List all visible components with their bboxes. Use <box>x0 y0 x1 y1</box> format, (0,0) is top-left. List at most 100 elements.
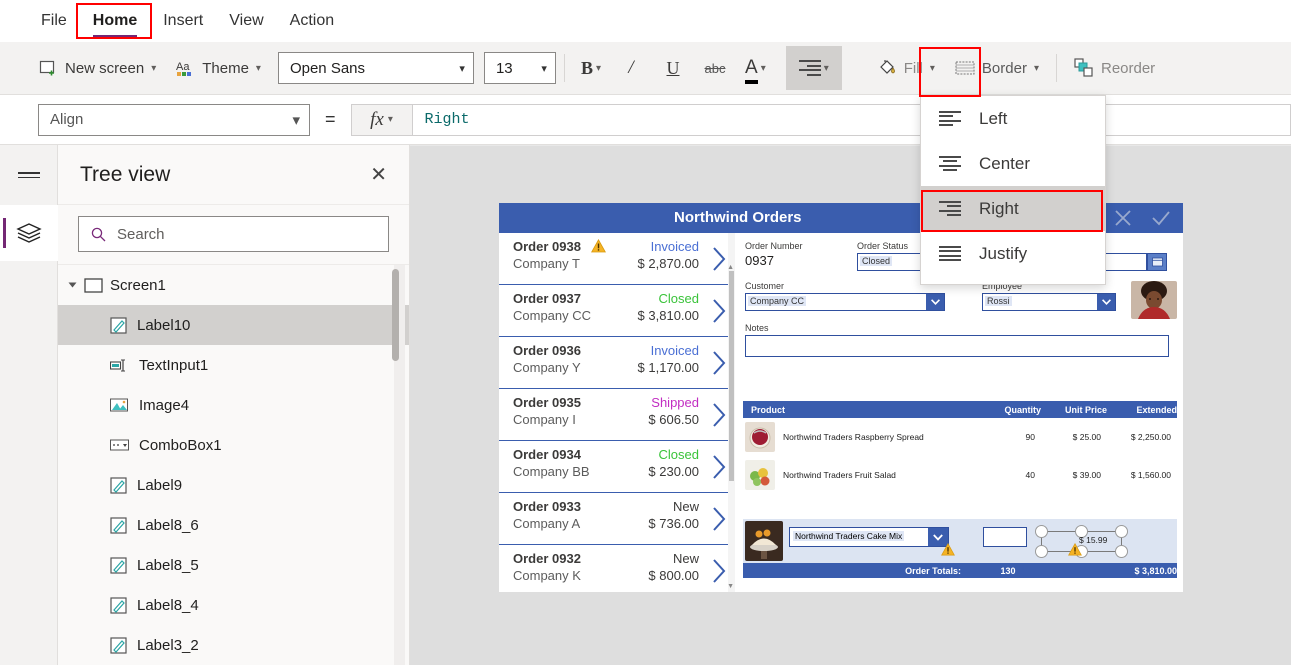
new-screen-button[interactable]: New screen ▾ <box>30 48 165 88</box>
chevron-right-icon[interactable] <box>711 506 727 532</box>
gallery-scrollbar[interactable]: ▲ ▼ <box>727 233 735 592</box>
gallery-item[interactable]: Order 0936 Invoiced Company Y $ 1,170.00 <box>499 337 735 389</box>
tree-item-label8-5[interactable]: Label8_5 <box>58 545 409 585</box>
chevron-right-icon[interactable] <box>711 298 727 324</box>
product-row[interactable]: Northwind Traders Fruit Salad 40 $ 39.00… <box>743 456 1177 494</box>
property-select[interactable]: Align ▾ <box>38 103 310 136</box>
column-header-quantity: Quantity <box>1004 404 1041 415</box>
tree-item-label: ComboBox1 <box>139 436 222 454</box>
align-menu-item-center[interactable]: Center <box>921 141 1105 186</box>
chevron-down-icon[interactable] <box>926 294 944 310</box>
menu-item-insert[interactable]: Insert <box>152 6 214 36</box>
rail-item-tree-view[interactable] <box>0 205 58 261</box>
gallery-item[interactable]: Order 0935 Shipped Company I $ 606.50 <box>499 389 735 441</box>
screen-icon <box>84 277 103 293</box>
tree-item-label3-2[interactable]: Label3_2 <box>58 625 409 665</box>
tree-scrollbar-thumb[interactable] <box>392 269 399 361</box>
product-new-row[interactable]: Northwind Traders Cake Mix $ 15.99 <box>743 519 1177 563</box>
chevron-down-icon[interactable] <box>1097 294 1115 310</box>
order-number: Order 0937 <box>513 291 581 306</box>
tree-item-textinput1[interactable]: TextInput1 <box>58 345 409 385</box>
strikethrough-button[interactable]: abc <box>695 48 735 88</box>
order-company: Company Y <box>513 360 581 375</box>
cancel-icon[interactable] <box>1111 206 1135 230</box>
order-number: Order 0934 <box>513 447 581 462</box>
menu-item-file-label: File <box>41 12 67 29</box>
font-family-select[interactable]: Open Sans ▾ <box>277 52 474 84</box>
scroll-down-icon[interactable]: ▼ <box>727 583 734 590</box>
tree-item-label8-6[interactable]: Label8_6 <box>58 505 409 545</box>
textinput-icon <box>110 359 125 371</box>
gallery-item[interactable]: Order 0932 New Company K $ 800.00 <box>499 545 735 592</box>
menu-item-view[interactable]: View <box>218 6 274 36</box>
chevron-down-icon: ▾ <box>292 111 300 129</box>
tree-item-combobox1[interactable]: ComboBox1 <box>58 425 409 465</box>
align-menu-item-center-label: Center <box>979 153 1031 173</box>
align-menu-item-justify[interactable]: Justify <box>921 231 1105 276</box>
font-color-button[interactable]: A ▾ <box>737 48 774 88</box>
gallery-item[interactable]: Order 0933 New Company A $ 736.00 <box>499 493 735 545</box>
scroll-up-icon[interactable]: ▲ <box>727 264 734 271</box>
order-company: Company K <box>513 568 581 583</box>
align-menu-item-right[interactable]: Right <box>921 186 1105 231</box>
fill-button[interactable]: Fill ▾ <box>868 48 944 88</box>
order-gallery[interactable]: Order 0938 Invoiced Company T $ 2,870.00 <box>499 233 735 592</box>
calendar-button[interactable] <box>1147 253 1167 271</box>
reorder-button[interactable]: Reorder <box>1065 48 1164 88</box>
theme-button[interactable]: Aa Theme ▾ <box>167 48 270 88</box>
formula-input[interactable]: Right <box>412 103 1291 136</box>
menu-item-file[interactable]: File <box>30 6 78 36</box>
gallery-item[interactable]: Order 0938 Invoiced Company T $ 2,870.00 <box>499 233 735 285</box>
resize-handle-tr[interactable] <box>1115 525 1128 538</box>
chevron-down-icon: ▾ <box>760 62 766 74</box>
chevron-right-icon[interactable] <box>711 454 727 480</box>
chevron-expanded-icon[interactable] <box>68 282 77 288</box>
align-dropdown-menu[interactable]: Left Center Right Justify <box>920 95 1106 285</box>
tree-item-screen1[interactable]: Screen1 <box>58 265 409 305</box>
save-icon[interactable] <box>1149 206 1173 230</box>
search-input[interactable]: Search <box>78 216 389 252</box>
equals-sign: = <box>325 109 336 129</box>
fx-icon: fx <box>370 108 384 130</box>
gallery-scrollbar-thumb[interactable] <box>729 271 734 481</box>
border-button[interactable]: Border ▾ <box>946 48 1048 88</box>
italic-button[interactable]: / <box>611 48 651 88</box>
order-company: Company CC <box>513 308 592 323</box>
align-menu-item-justify-label: Justify <box>979 243 1028 263</box>
text-align-button[interactable]: ▾ <box>785 46 842 90</box>
tree-item-image4[interactable]: Image4 <box>58 385 409 425</box>
chevron-right-icon[interactable] <box>711 350 727 376</box>
tree-item-label9[interactable]: Label9 <box>58 465 409 505</box>
close-icon[interactable]: ✕ <box>370 165 387 185</box>
employee-combobox[interactable]: Rossi <box>982 293 1116 311</box>
gallery-item[interactable]: Order 0937 Closed Company CC $ 3,810.00 <box>499 285 735 337</box>
chevron-down-icon: ▾ <box>387 114 393 125</box>
new-product-combobox[interactable]: Northwind Traders Cake Mix <box>789 527 949 547</box>
hamburger-menu-button[interactable] <box>0 145 58 205</box>
tree-scrollbar-track[interactable] <box>392 265 405 665</box>
align-menu-item-left[interactable]: Left <box>921 96 1105 141</box>
product-row[interactable]: Northwind Traders Raspberry Spread 90 $ … <box>743 418 1177 456</box>
chevron-right-icon[interactable] <box>711 246 727 272</box>
tree-item-label10[interactable]: Label10 <box>58 305 409 345</box>
menu-item-home[interactable]: Home <box>82 6 148 38</box>
customer-combobox[interactable]: Company CC <box>745 293 945 311</box>
underline-button[interactable]: U <box>653 48 693 88</box>
resize-handle-bl[interactable] <box>1035 545 1048 558</box>
resize-handle-tl[interactable] <box>1035 525 1048 538</box>
font-color-icon: A <box>745 57 758 78</box>
chevron-right-icon[interactable] <box>711 402 727 428</box>
formula-value: Right <box>424 111 470 128</box>
resize-handle-br[interactable] <box>1115 545 1128 558</box>
font-size-select[interactable]: 13 ▾ <box>483 52 556 84</box>
notes-field[interactable] <box>745 335 1169 357</box>
bold-button[interactable]: B ▾ <box>573 48 609 88</box>
menu-item-action[interactable]: Action <box>279 6 345 36</box>
reorder-label: Reorder <box>1100 59 1156 77</box>
chevron-right-icon[interactable] <box>711 558 727 584</box>
tree-item-label8-4[interactable]: Label8_4 <box>58 585 409 625</box>
label-icon <box>110 556 127 574</box>
new-quantity-input[interactable] <box>983 527 1027 547</box>
gallery-item[interactable]: Order 0934 Closed Company BB $ 230.00 <box>499 441 735 493</box>
fx-button[interactable]: fx ▾ <box>350 103 413 136</box>
